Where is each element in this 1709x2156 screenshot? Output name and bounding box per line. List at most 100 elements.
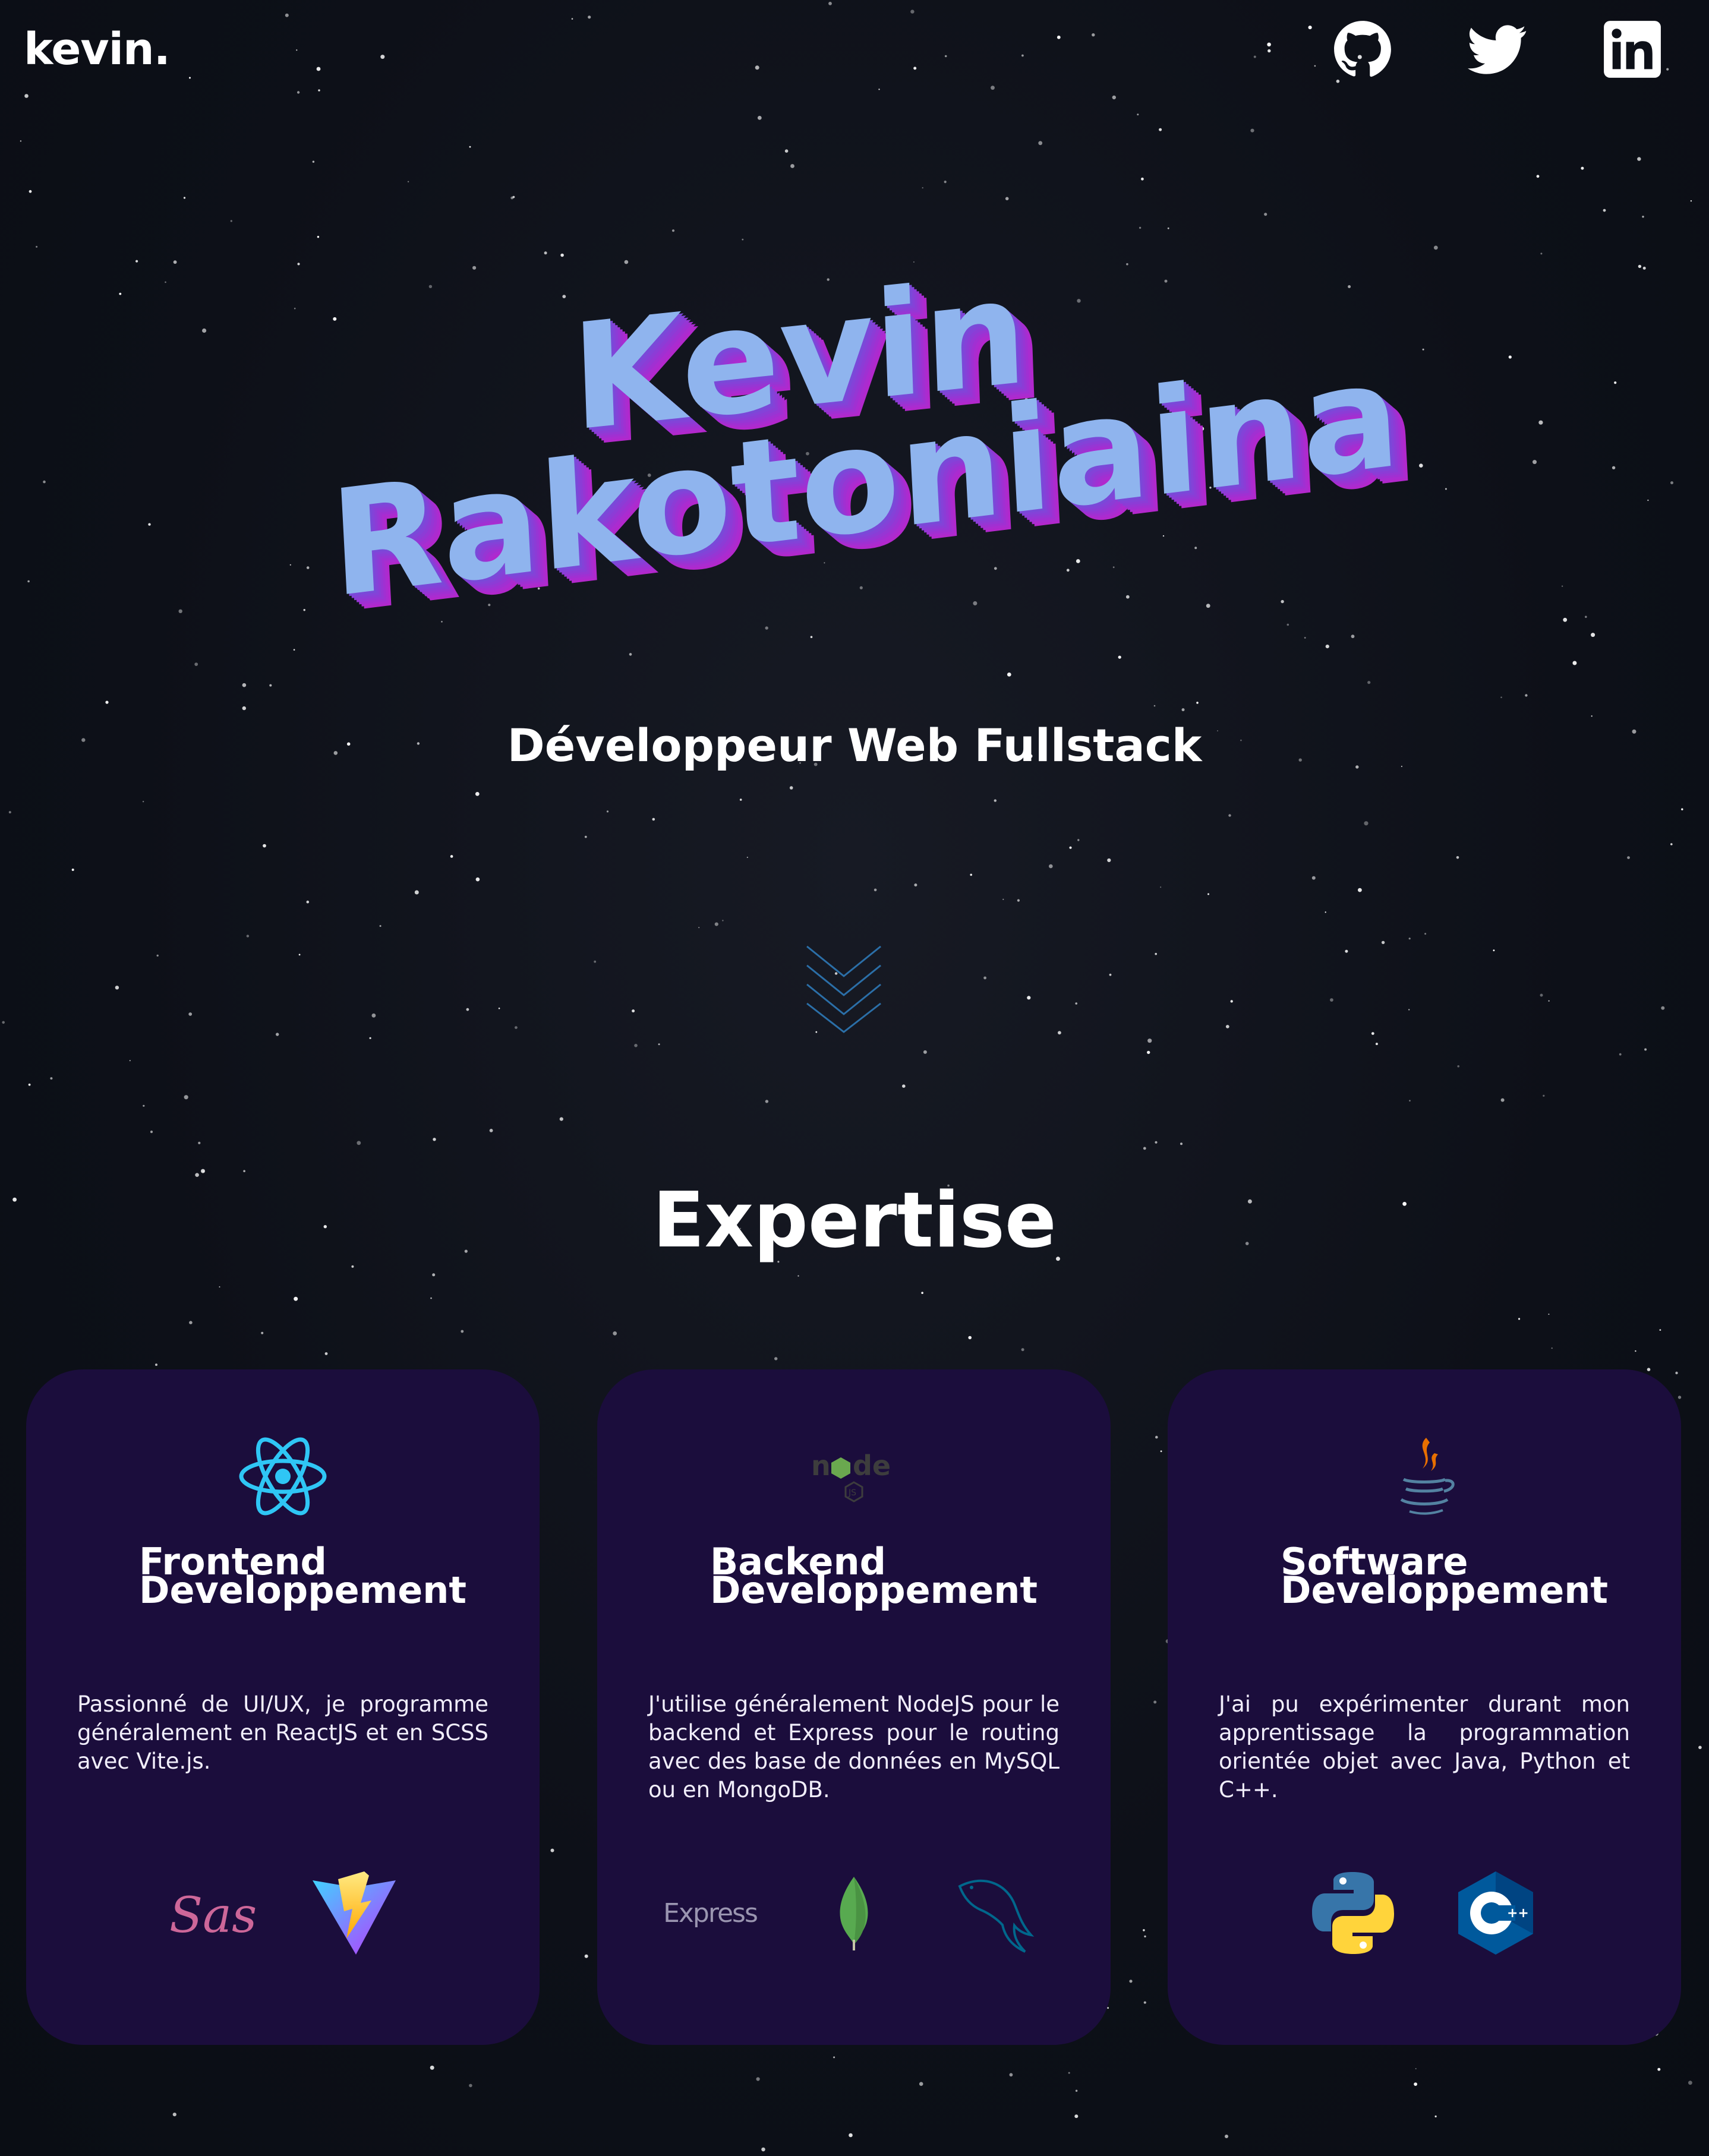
star: [8, 811, 11, 814]
svg-text:Sass: Sass: [169, 1887, 256, 1944]
star: [1250, 128, 1254, 132]
star: [1264, 213, 1267, 216]
star: [150, 1131, 153, 1134]
star: [1141, 177, 1144, 181]
star: [316, 67, 321, 71]
star: [1371, 1032, 1374, 1035]
star: [461, 1330, 464, 1333]
star: [921, 1292, 923, 1294]
star: [1612, 466, 1616, 469]
star: [1118, 655, 1121, 659]
star: [1603, 209, 1606, 212]
site-logo[interactable]: kevin.: [24, 24, 171, 75]
backend-card: n de JS Backend Developpement J'utilise …: [597, 1369, 1111, 2045]
star: [784, 149, 789, 153]
star: [1591, 715, 1593, 717]
card-title-line2: Developpement: [1281, 1568, 1609, 1612]
star: [115, 986, 119, 990]
star: [833, 2056, 835, 2059]
star: [297, 263, 300, 266]
star: [1027, 996, 1031, 1000]
card-description: J'utilise généralement NodeJS pour le ba…: [648, 1691, 1060, 1803]
star: [369, 1037, 371, 1039]
star: [1069, 846, 1072, 849]
star: [357, 1141, 361, 1145]
star: [1160, 1450, 1162, 1453]
star: [441, 621, 443, 623]
frontend-card: Frontend Developpement Passionné de UI/U…: [26, 1369, 540, 2045]
star: [1635, 1350, 1637, 1352]
star: [1642, 266, 1646, 270]
star: [1345, 949, 1348, 953]
star: [789, 786, 793, 790]
star: [188, 1012, 193, 1016]
star: [1017, 899, 1020, 902]
card-title: Frontend Developpement: [139, 1543, 466, 1609]
star: [475, 792, 480, 796]
star: [230, 220, 232, 222]
star: [380, 55, 385, 59]
star: [550, 1848, 554, 1852]
star: [1585, 615, 1587, 618]
star: [155, 1363, 157, 1366]
star: [432, 1273, 436, 1277]
java-icon: [1365, 1429, 1484, 1524]
star: [1068, 2072, 1070, 2074]
star: [1647, 1368, 1651, 1371]
star: [414, 890, 419, 895]
vite-icon: [307, 1863, 402, 1964]
star: [1267, 42, 1271, 47]
star: [756, 2077, 760, 2081]
star: [1536, 175, 1540, 178]
chevrons-down-icon[interactable]: [802, 942, 885, 1034]
star: [2, 1021, 5, 1024]
mongodb-icon: [824, 1863, 884, 1964]
star: [242, 683, 247, 687]
star: [303, 609, 305, 611]
star: [1058, 1031, 1061, 1035]
star: [1367, 681, 1371, 684]
star: [135, 260, 138, 263]
star: [1540, 993, 1543, 997]
github-icon: [1334, 21, 1391, 77]
star: [469, 2084, 472, 2088]
twitter-icon: [1468, 25, 1527, 74]
star: [202, 328, 207, 333]
star: [588, 15, 591, 19]
star: [285, 13, 289, 17]
star: [129, 1060, 131, 1062]
star: [1551, 1347, 1553, 1349]
star: [1021, 1348, 1024, 1352]
star: [189, 1321, 193, 1324]
star: [172, 2113, 176, 2117]
star: [1207, 893, 1209, 895]
star: [722, 920, 724, 921]
card-title: Software Developpement: [1281, 1543, 1609, 1612]
twitter-link[interactable]: [1465, 17, 1530, 82]
star: [351, 1265, 354, 1268]
star: [1304, 637, 1306, 639]
star: [318, 89, 320, 91]
star: [24, 94, 29, 98]
star: [1525, 694, 1528, 697]
star: [923, 1050, 927, 1054]
star: [878, 89, 880, 90]
star: [466, 1008, 469, 1011]
star: [1021, 54, 1024, 57]
github-link[interactable]: [1330, 17, 1395, 82]
star: [119, 292, 122, 295]
star: [1533, 460, 1537, 465]
star: [173, 260, 177, 264]
mysql-icon: [942, 1863, 1049, 1964]
star: [571, 18, 573, 20]
star: [1670, 843, 1673, 845]
star: [498, 1008, 500, 1009]
express-icon: Express: [663, 1898, 758, 1928]
star: [475, 877, 480, 882]
star: [1155, 952, 1157, 955]
star: [1112, 95, 1117, 100]
star: [71, 869, 74, 871]
linkedin-link[interactable]: [1600, 17, 1665, 82]
star: [515, 1026, 518, 1029]
star: [189, 77, 191, 79]
